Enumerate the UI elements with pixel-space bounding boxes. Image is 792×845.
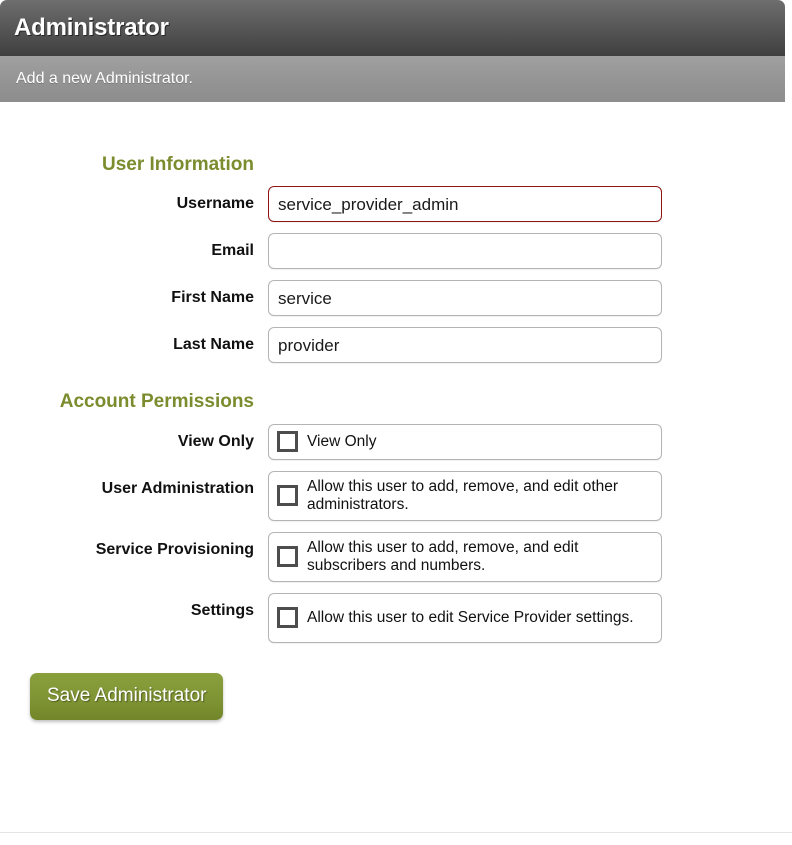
username-input[interactable] bbox=[268, 186, 662, 223]
field-wrap-user-administration: Allow this user to add, remove, and edit… bbox=[268, 470, 662, 521]
field-wrap-username bbox=[268, 186, 662, 223]
label-first-name: First Name bbox=[171, 289, 254, 307]
checkbox-label-user-administration: Allow this user to add, remove, and edit… bbox=[307, 478, 619, 513]
checkbox-icon-user-administration[interactable] bbox=[277, 485, 298, 507]
label-service-provisioning: Service Provisioning bbox=[95, 540, 254, 558]
form-actions: Save Administrator bbox=[30, 672, 792, 720]
checkbox-icon-service-provisioning[interactable] bbox=[277, 546, 298, 568]
form-row-last-name: Last Name bbox=[0, 327, 792, 364]
form-row-view-only: View Only View Only bbox=[0, 423, 792, 460]
checkbox-row-service-provisioning[interactable]: Allow this user to add, remove, and edit… bbox=[268, 531, 662, 582]
section-heading-account-permissions: Account Permissions bbox=[59, 391, 254, 413]
form-row-settings: Settings Allow this user to edit Service… bbox=[0, 592, 792, 643]
field-wrap-settings: Allow this user to edit Service Provider… bbox=[268, 592, 662, 643]
page-title: Administrator bbox=[14, 14, 169, 41]
field-wrap-last-name bbox=[268, 327, 662, 364]
label-settings: Settings bbox=[190, 601, 254, 619]
checkbox-icon-settings[interactable] bbox=[277, 607, 298, 629]
email-input[interactable] bbox=[268, 233, 662, 270]
form-row-first-name: First Name bbox=[0, 280, 792, 317]
field-wrap-service-provisioning: Allow this user to add, remove, and edit… bbox=[268, 531, 662, 582]
checkbox-label-service-provisioning: Allow this user to add, remove, and edit… bbox=[307, 539, 579, 574]
checkbox-icon-view-only[interactable] bbox=[277, 431, 298, 453]
label-user-administration: User Administration bbox=[101, 479, 254, 497]
checkbox-label-view-only: View Only bbox=[307, 432, 377, 450]
save-administrator-button[interactable]: Save Administrator bbox=[30, 672, 224, 720]
section-heading-user-information: User Information bbox=[101, 154, 254, 175]
first-name-input[interactable] bbox=[268, 280, 662, 317]
label-username: Username bbox=[176, 195, 254, 213]
label-view-only: View Only bbox=[177, 432, 254, 450]
bottom-divider bbox=[0, 832, 792, 833]
checkbox-row-user-administration[interactable]: Allow this user to add, remove, and edit… bbox=[268, 470, 662, 521]
page-header-bar: Administrator bbox=[0, 0, 785, 56]
admin-form-page: Administrator Add a new Administrator. U… bbox=[0, 0, 792, 845]
form-row-username: Username bbox=[0, 186, 792, 223]
checkbox-row-view-only[interactable]: View Only bbox=[268, 423, 662, 460]
field-wrap-view-only: View Only bbox=[268, 423, 662, 460]
checkbox-label-settings: Allow this user to edit Service Provider… bbox=[307, 608, 634, 626]
checkbox-row-settings[interactable]: Allow this user to edit Service Provider… bbox=[268, 592, 662, 643]
form-row-email: Email bbox=[0, 233, 792, 270]
last-name-input[interactable] bbox=[268, 327, 662, 364]
field-wrap-email bbox=[268, 233, 662, 270]
form-row-service-provisioning: Service Provisioning Allow this user to … bbox=[0, 531, 792, 582]
label-email: Email bbox=[211, 242, 254, 260]
administrator-form: User Information Username Email First Na… bbox=[0, 102, 792, 720]
field-wrap-first-name bbox=[268, 280, 662, 317]
page-subheader-bar: Add a new Administrator. bbox=[0, 56, 785, 102]
page-subtitle: Add a new Administrator. bbox=[16, 70, 193, 87]
form-row-user-administration: User Administration Allow this user to a… bbox=[0, 470, 792, 521]
label-last-name: Last Name bbox=[173, 336, 254, 354]
